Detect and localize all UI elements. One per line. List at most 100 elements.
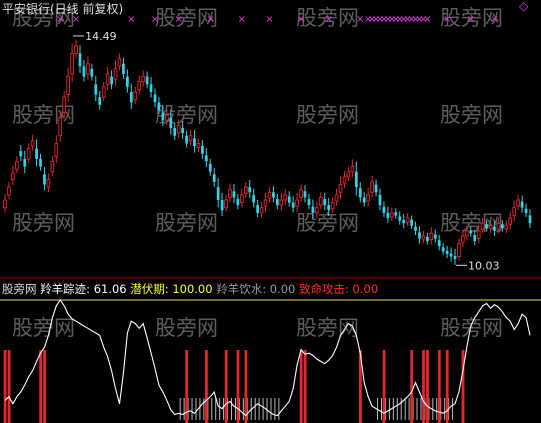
candle-body: [78, 53, 82, 67]
candle-body: [453, 256, 457, 260]
candle-body: [493, 226, 496, 231]
candle-body: [327, 205, 331, 211]
candle-body: [193, 138, 196, 146]
candle-body: [74, 45, 78, 54]
legend-value-1: 61.06: [93, 282, 127, 296]
candle-body: [425, 237, 429, 242]
watermark-text: 股旁网: [296, 103, 359, 127]
candle-body: [508, 217, 513, 225]
candle-body: [141, 76, 145, 83]
legend-item-1: 羚羊踪迹: 61.06: [40, 282, 127, 296]
candle-body: [90, 68, 94, 77]
candle-body: [101, 86, 106, 98]
legend-label-3: 羚羊饮水: [216, 282, 263, 296]
candle-body: [145, 76, 149, 85]
candle-body: [263, 199, 268, 207]
candle-body: [346, 171, 351, 178]
candle-body: [469, 230, 473, 234]
candle-body: [338, 184, 343, 193]
candle-body: [54, 142, 59, 157]
legend-label-2: 潜伏期: [130, 282, 165, 296]
candle-body: [354, 171, 358, 188]
chart-title: 平安银行(日线 前复权): [2, 2, 124, 16]
candle-body: [267, 191, 272, 199]
attack-signal-bar: [410, 350, 414, 423]
attack-signal-bar: [303, 350, 307, 423]
candle-body: [161, 112, 165, 121]
candle-body: [445, 250, 449, 254]
candle-body: [19, 151, 23, 157]
candle-body: [520, 201, 524, 208]
legend-value-3: 0.00: [269, 282, 296, 296]
top-marker: ×: [238, 14, 246, 25]
candle-body: [378, 194, 382, 206]
candle-body: [516, 199, 520, 207]
legend-value-2: 100.00: [172, 282, 213, 296]
candle-body: [358, 188, 362, 198]
candle-body: [15, 160, 19, 170]
watermark-text: 股旁网: [155, 316, 218, 340]
candle-body: [299, 189, 303, 198]
candle-body: [512, 207, 517, 216]
candle-body: [433, 234, 437, 239]
attack-signal-bar: [205, 350, 208, 423]
chart-canvas[interactable]: 股旁网 股旁网 股旁网 股旁网股旁网 股旁网 股旁网 股旁网股旁网 股旁网 股旁网 股旁网股旁网股…: [0, 0, 541, 423]
candle-body: [414, 226, 417, 231]
candle-body: [311, 206, 315, 213]
top-marker: ×: [324, 14, 332, 25]
corner-diamond-icon[interactable]: ◇: [519, 0, 528, 13]
candle-body: [330, 202, 335, 210]
candle-body: [291, 202, 295, 208]
candle-body: [402, 220, 406, 224]
candle-body: [449, 253, 453, 257]
candle-body: [185, 135, 188, 144]
candle-body: [129, 92, 133, 103]
candle-body: [410, 219, 413, 226]
candle-body: [480, 222, 485, 230]
legend-label-4: 致命攻击: [299, 282, 346, 296]
candle-body: [173, 128, 177, 136]
candle-body: [441, 247, 445, 252]
legend-label-1: 羚羊踪迹: [40, 282, 87, 296]
candle-body: [94, 84, 98, 95]
candle-body: [58, 117, 63, 137]
candle-body: [362, 197, 366, 203]
candle-body: [188, 135, 193, 142]
candle-body: [405, 217, 410, 223]
candle-body: [528, 215, 532, 224]
candle-body: [473, 234, 477, 242]
candle-body: [248, 187, 252, 193]
candle-body: [212, 174, 216, 182]
candle-body: [421, 235, 426, 240]
candle-body: [232, 191, 236, 198]
top-marker: ×: [174, 14, 182, 25]
candle-body: [240, 194, 244, 204]
candle-body: [133, 91, 138, 101]
indicator-name: 股旁网: [2, 282, 37, 296]
candle-body: [504, 225, 509, 230]
candle-body: [524, 208, 528, 213]
candle-body: [208, 164, 212, 172]
attack-signal-bar: [43, 350, 46, 423]
candle-body: [86, 63, 90, 75]
candle-body: [398, 216, 402, 221]
candle-body: [23, 158, 27, 167]
candle-body: [122, 63, 125, 74]
legend-value-4: 0.00: [352, 282, 379, 296]
watermark-text: 股旁网: [155, 103, 218, 127]
candle-body: [386, 212, 390, 218]
candle-body: [149, 84, 153, 92]
top-marker: ×: [127, 14, 135, 25]
candle-body: [181, 128, 185, 134]
candle-body: [200, 146, 204, 154]
watermark-text: 股旁网: [12, 211, 75, 235]
indicator-legend: 股旁网 羚羊踪迹: 61.06 潜伏期: 100.00 羚羊饮水: 0.00 致…: [2, 281, 378, 297]
candle-body: [429, 232, 434, 241]
high-price-label: 14.49: [85, 30, 117, 43]
candle-body: [50, 160, 55, 173]
candle-body: [7, 186, 11, 196]
top-marker: ×: [151, 14, 159, 25]
candle-body: [137, 81, 142, 90]
candle-body: [283, 194, 288, 201]
candle-body: [35, 148, 38, 159]
